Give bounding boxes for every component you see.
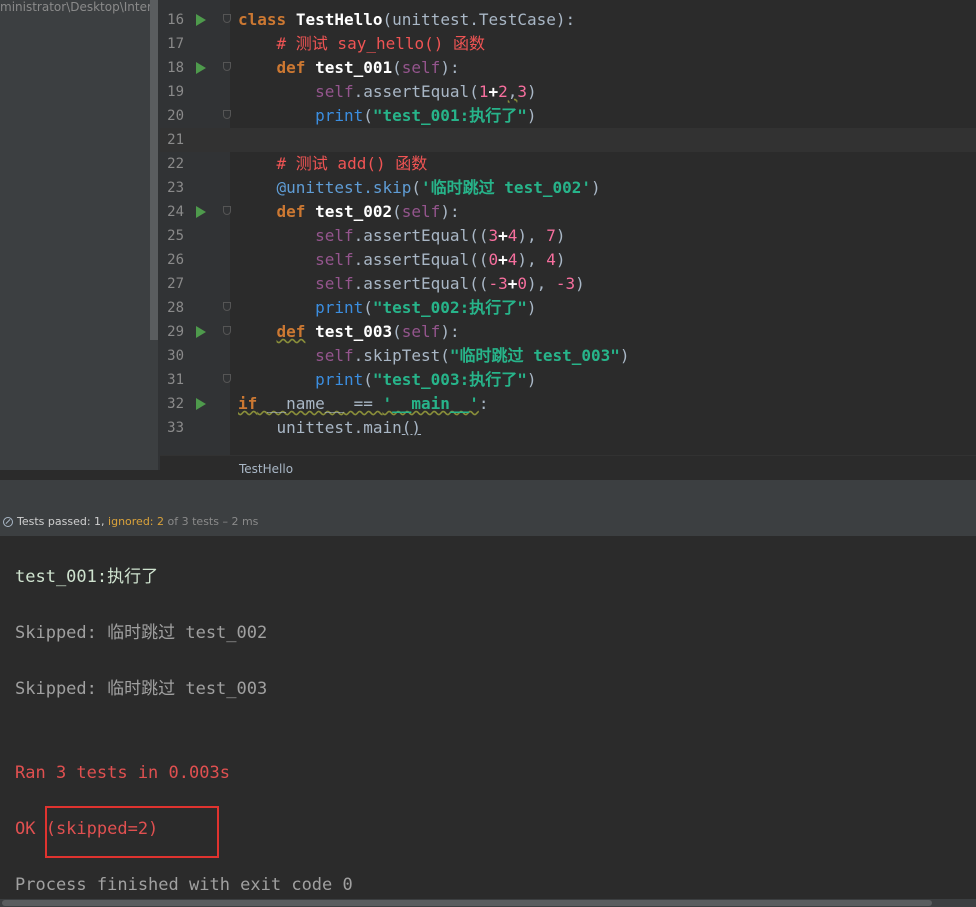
run-test-icon[interactable] — [196, 14, 206, 26]
line-number: 24 — [167, 204, 184, 220]
editor-line-25[interactable]: 25 self.assertEqual((3+4), 7) — [160, 224, 976, 248]
editor-line-22[interactable]: 22 # 测试 add() 函数 — [160, 152, 976, 176]
editor-line-16[interactable]: 16 class TestHello(unittest.TestCase): — [160, 8, 976, 32]
editor-line-29[interactable]: 29 def test_003(self): — [160, 320, 976, 344]
code-line-16[interactable]: class TestHello(unittest.TestCase): — [238, 8, 575, 32]
breadcrumb: TestHello — [160, 455, 976, 481]
sidebar-scrollbar[interactable] — [150, 0, 158, 340]
code-line-22[interactable]: # 测试 add() 函数 — [238, 152, 428, 176]
fold-marker-icon[interactable] — [223, 302, 231, 311]
fold-marker-icon[interactable] — [223, 14, 231, 23]
run-panel-header[interactable] — [0, 480, 976, 509]
editor-line-23[interactable]: 23 @unittest.skip('临时跳过 test_002') — [160, 176, 976, 200]
editor-line-32[interactable]: 32 if __name__ == '__main__': — [160, 392, 976, 416]
line-number: 21 — [167, 132, 184, 148]
run-test-icon[interactable] — [196, 206, 206, 218]
editor-line-18[interactable]: 18 def test_001(self): — [160, 56, 976, 80]
run-test-icon[interactable] — [196, 398, 206, 410]
console-line: Ran 3 tests in 0.003s — [15, 763, 230, 783]
tests-passed-icon — [3, 517, 13, 527]
test-status-text: Tests passed: 1, ignored: 2 of 3 tests –… — [17, 515, 259, 528]
code-line-23[interactable]: @unittest.skip('临时跳过 test_002') — [238, 176, 601, 200]
line-number: 31 — [167, 372, 184, 388]
project-sidebar: ministrator\Desktop\Interfa — [0, 0, 150, 470]
editor-line-33[interactable]: 33 unittest.main() — [160, 416, 976, 440]
line-number: 29 — [167, 324, 184, 340]
run-test-icon[interactable] — [196, 62, 206, 74]
fold-marker-icon[interactable] — [223, 110, 231, 119]
line-number: 27 — [167, 276, 184, 292]
line-number: 20 — [167, 108, 184, 124]
line-number: 17 — [167, 36, 184, 52]
code-line-24[interactable]: def test_002(self): — [238, 200, 460, 224]
line-number: 25 — [167, 228, 184, 244]
run-test-icon[interactable] — [196, 326, 206, 338]
console-line: Process finished with exit code 0 — [15, 875, 353, 895]
test-status-bar: Tests passed: 1, ignored: 2 of 3 tests –… — [0, 508, 976, 537]
annotation-highlight-box — [45, 806, 219, 858]
line-number: 30 — [167, 348, 184, 364]
editor-line-19[interactable]: 19 self.assertEqual(1+2,3) — [160, 80, 976, 104]
code-line-19[interactable]: self.assertEqual(1+2,3) — [238, 80, 537, 104]
editor-line-27[interactable]: 27 self.assertEqual((-3+0), -3) — [160, 272, 976, 296]
line-number: 16 — [167, 12, 184, 28]
code-editor[interactable]: 16 class TestHello(unittest.TestCase): 17 … — [160, 0, 976, 455]
sidebar-scroll-track — [150, 340, 158, 470]
project-path[interactable]: ministrator\Desktop\Interfa — [0, 0, 150, 14]
editor-line-24[interactable]: 24 def test_002(self): — [160, 200, 976, 224]
code-line-33[interactable]: unittest.main() — [238, 416, 422, 440]
code-line-30[interactable]: self.skipTest("临时跳过 test_003") — [238, 344, 629, 368]
breadcrumb-class[interactable]: TestHello — [239, 462, 293, 476]
code-line-27[interactable]: self.assertEqual((-3+0), -3) — [238, 272, 585, 296]
editor-line-28[interactable]: 28 print("test_002:执行了") — [160, 296, 976, 320]
line-number: 33 — [167, 420, 184, 436]
line-number: 32 — [167, 396, 184, 412]
code-line-28[interactable]: print("test_002:执行了") — [238, 296, 536, 320]
code-line-32[interactable]: if __name__ == '__main__': — [238, 392, 488, 416]
scrollbar-thumb[interactable] — [2, 900, 932, 906]
line-number: 26 — [167, 252, 184, 268]
code-line-26[interactable]: self.assertEqual((0+4), 4) — [238, 248, 566, 272]
code-line-31[interactable]: print("test_003:执行了") — [238, 368, 536, 392]
code-line-29[interactable]: def test_003(self): — [238, 320, 460, 344]
console-line: Skipped: 临时跳过 test_003 — [15, 679, 268, 699]
editor-line-26[interactable]: 26 self.assertEqual((0+4), 4) — [160, 248, 976, 272]
console-line: Skipped: 临时跳过 test_002 — [15, 623, 268, 643]
line-number: 22 — [167, 156, 184, 172]
line-number: 28 — [167, 300, 184, 316]
console-horizontal-scrollbar[interactable] — [0, 899, 976, 907]
fold-marker-icon[interactable] — [223, 62, 231, 71]
console-line: test_001:执行了 — [15, 567, 159, 587]
fold-marker-icon[interactable] — [223, 206, 231, 215]
line-number: 18 — [167, 60, 184, 76]
code-line-18[interactable]: def test_001(self): — [238, 56, 460, 80]
code-line-17[interactable]: # 测试 say_hello() 函数 — [238, 32, 486, 56]
fold-marker-icon[interactable] — [223, 374, 231, 383]
editor-line-31[interactable]: 31 print("test_003:执行了") — [160, 368, 976, 392]
code-line-20[interactable]: print("test_001:执行了") — [238, 104, 536, 128]
editor-line-21[interactable]: 21 — [160, 128, 976, 152]
line-number: 23 — [167, 180, 184, 196]
fold-marker-icon[interactable] — [223, 326, 231, 335]
code-line-25[interactable]: self.assertEqual((3+4), 7) — [238, 224, 566, 248]
editor-line-30[interactable]: 30 self.skipTest("临时跳过 test_003") — [160, 344, 976, 368]
editor-line-17[interactable]: 17 # 测试 say_hello() 函数 — [160, 32, 976, 56]
editor-line-20[interactable]: 20 print("test_001:执行了") — [160, 104, 976, 128]
line-number: 19 — [167, 84, 184, 100]
